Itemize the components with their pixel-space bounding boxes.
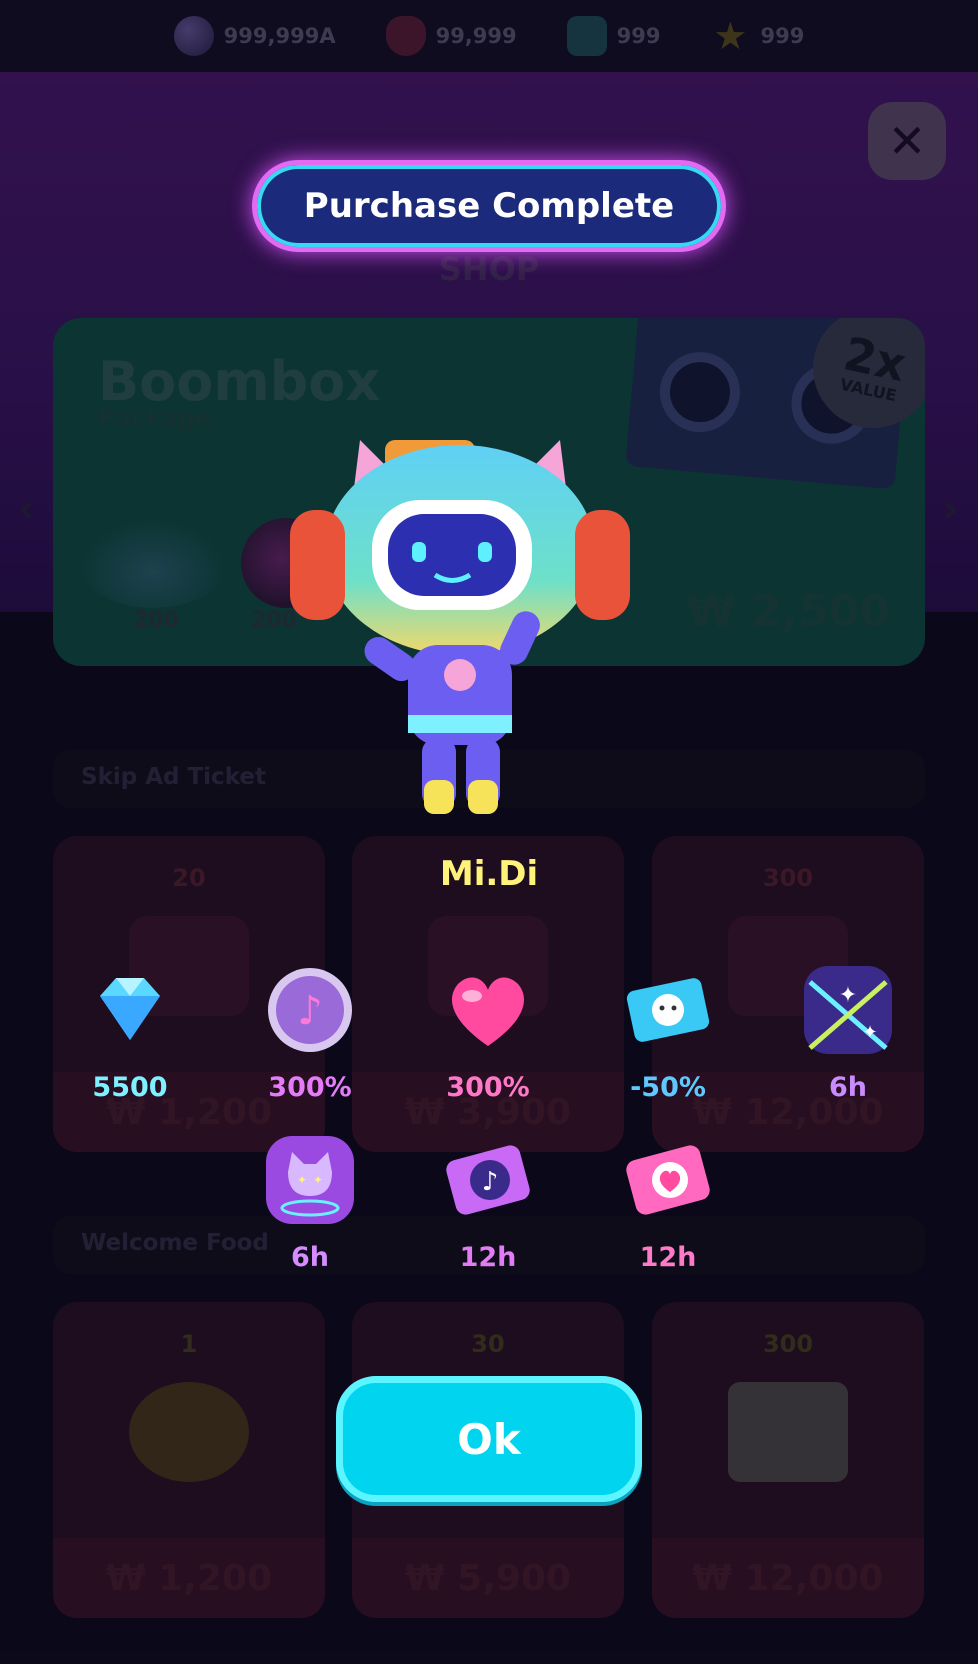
svg-text:✦: ✦ <box>862 1022 877 1043</box>
reward-heart-ticket: 12h <box>598 1132 738 1282</box>
character-name: Mi.Di <box>439 854 539 894</box>
music-orb-icon: ♪ <box>268 968 352 1052</box>
diamond-icon <box>100 978 160 1040</box>
reward-diamond: 5500 <box>60 962 200 1112</box>
reward-label: 300% <box>446 1072 530 1103</box>
svg-text:✦: ✦ <box>297 1173 307 1187</box>
reward-label: 6h <box>828 1072 867 1103</box>
reward-cat-ticket: -50% <box>598 962 738 1112</box>
ok-button-label: Ok <box>457 1414 521 1464</box>
reward-label: 6h <box>290 1242 329 1273</box>
reward-cat-booster: ✦ ✦ 6h <box>240 1132 380 1282</box>
reward-label: 12h <box>459 1242 517 1273</box>
heart-icon <box>451 977 525 1046</box>
reward-neon-light: ✦ ✦ 6h <box>778 962 918 1112</box>
reward-label: -50% <box>630 1072 706 1103</box>
svg-text:♪: ♪ <box>297 988 323 1034</box>
reward-music-ticket: ♪ 12h <box>418 1132 558 1282</box>
reward-label: 300% <box>268 1072 352 1103</box>
music-ticket-icon: ♪ <box>446 1145 530 1215</box>
neon-light-icon: ✦ ✦ <box>804 966 892 1054</box>
ok-button[interactable]: Ok <box>336 1376 642 1502</box>
reward-label: 12h <box>639 1242 697 1273</box>
cat-ticket-icon <box>626 978 710 1042</box>
heart-ticket-icon <box>626 1145 710 1215</box>
reward-label: 5500 <box>92 1072 168 1103</box>
modal-title: Purchase Complete <box>303 186 675 226</box>
svg-text:♪: ♪ <box>482 1167 499 1197</box>
midi-character-image <box>290 440 630 814</box>
reward-heart: 300% <box>418 962 558 1112</box>
reward-music-orb: ♪ 300% <box>240 962 380 1112</box>
cat-booster-icon: ✦ ✦ <box>266 1136 354 1224</box>
svg-text:✦: ✦ <box>839 983 857 1008</box>
purchase-complete-banner: Purchase Complete <box>252 160 726 252</box>
svg-text:✦: ✦ <box>313 1173 323 1187</box>
